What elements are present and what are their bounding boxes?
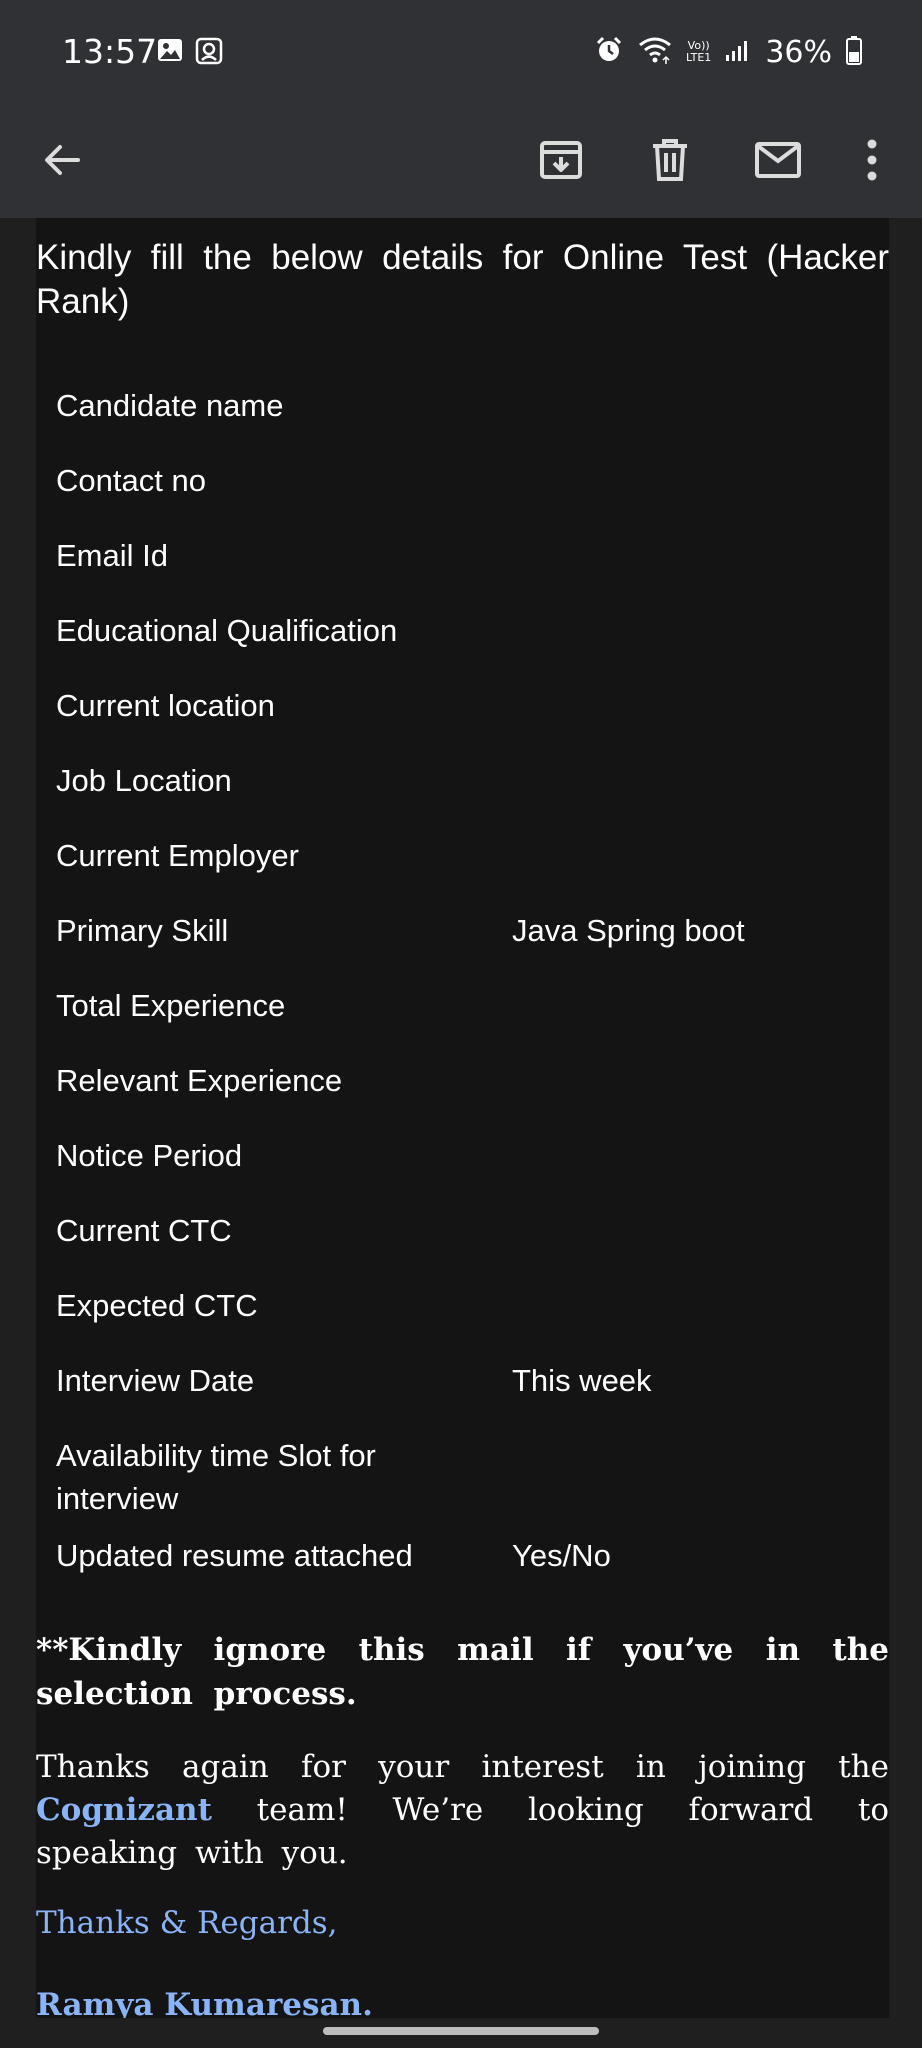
mark-unread-icon xyxy=(755,141,801,183)
archive-button[interactable] xyxy=(523,124,599,200)
row-label: Interview Date xyxy=(56,1363,255,1398)
signature-name: Ramya Kumaresan. xyxy=(36,1987,373,2018)
back-arrow-icon xyxy=(42,140,82,185)
row-value: This week xyxy=(512,1363,652,1398)
lte-label: LTE1 xyxy=(686,51,712,64)
status-icons: Vo)) LTE1 36% xyxy=(594,30,862,74)
intro-text: Kindly fill the below details for Online… xyxy=(36,238,889,321)
delete-button[interactable] xyxy=(632,124,708,200)
row-value: Yes/No xyxy=(512,1538,611,1573)
row-label: Job Location xyxy=(56,763,232,798)
gesture-nav-handle[interactable] xyxy=(323,2027,599,2035)
row-label: Current Employer xyxy=(56,838,299,873)
lte-indicator: Vo)) LTE1 xyxy=(686,40,711,64)
row-value: Java Spring boot xyxy=(512,913,745,948)
status-time: 13:57 xyxy=(62,32,158,71)
row-label: Updated resume attached xyxy=(56,1538,413,1573)
row-label: Expected CTC xyxy=(56,1288,258,1323)
back-button[interactable] xyxy=(24,124,100,200)
regards-line: Thanks & Regards, xyxy=(36,1905,338,1941)
row-label: Availability time Slot for interview xyxy=(56,1438,376,1516)
company-name: Cognizant xyxy=(36,1792,212,1828)
status-bar: 13:57 Vo)) LTE1 36% xyxy=(0,0,922,106)
row-label: Relevant Experience xyxy=(56,1063,343,1098)
screenshot-icon xyxy=(194,36,223,65)
row-label: Total Experience xyxy=(56,988,286,1023)
delete-icon xyxy=(650,138,690,187)
thanks-text-before: Thanks again for your interest in joinin… xyxy=(36,1749,889,1785)
more-options-button[interactable] xyxy=(834,124,910,200)
more-options-icon xyxy=(866,138,878,187)
row-label: Email Id xyxy=(56,538,168,573)
mark-unread-button[interactable] xyxy=(740,124,816,200)
alarm-icon xyxy=(594,35,624,70)
battery-percent: 36% xyxy=(765,34,832,70)
battery-icon xyxy=(846,35,862,70)
gallery-icon xyxy=(156,36,184,64)
row-label: Primary Skill xyxy=(56,913,229,948)
archive-icon xyxy=(539,138,583,187)
signal-icon xyxy=(725,37,751,68)
row-label: Notice Period xyxy=(56,1138,243,1173)
row-label: Current CTC xyxy=(56,1213,232,1248)
row-label: Educational Qualification xyxy=(56,613,398,648)
wifi-icon xyxy=(638,35,672,70)
email-body: Kindly fill the below details for Online… xyxy=(36,218,889,2018)
thanks-paragraph: Thanks again for your interest in joinin… xyxy=(36,1746,889,1875)
row-label: Current location xyxy=(56,688,275,723)
ignore-note: **Kindly ignore this mail if you’ve in t… xyxy=(36,1632,889,1712)
email-toolbar xyxy=(0,106,922,218)
row-label: Contact no xyxy=(56,463,206,498)
row-label: Candidate name xyxy=(56,388,284,423)
